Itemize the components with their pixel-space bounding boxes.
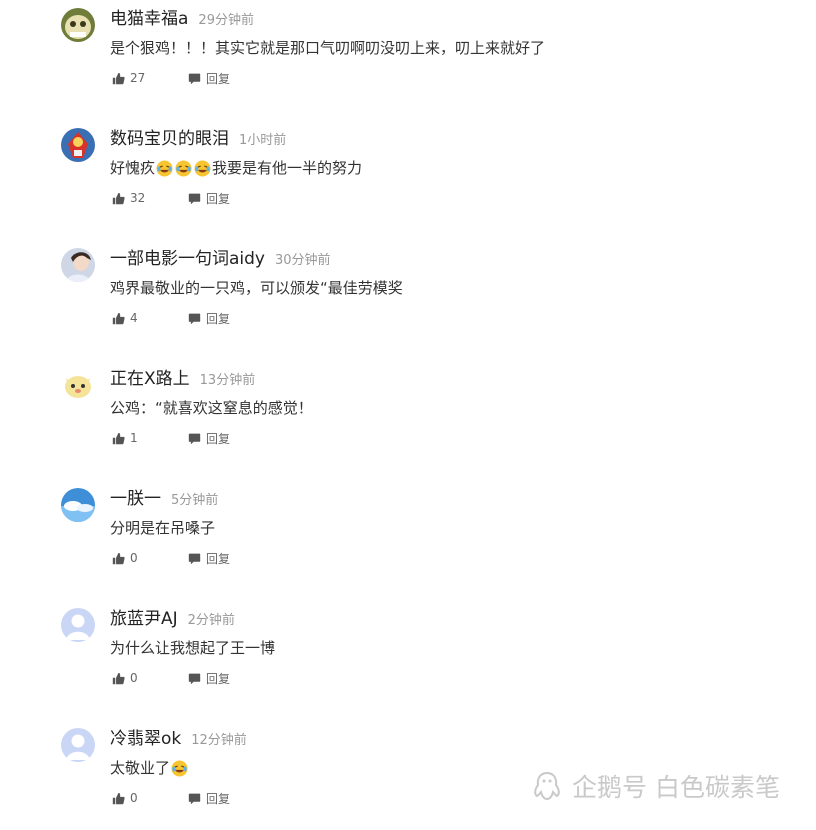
comment-text-part: 我要是有他一半的努力 [212, 159, 363, 177]
watermark: 企鹅号 白色碳素笔 [532, 768, 780, 804]
reply-label: 回复 [206, 431, 231, 446]
reply-button[interactable]: 回复 [188, 70, 230, 87]
comment-text-part: 分明是在吊嗓子 [110, 519, 216, 537]
like-button[interactable]: 4 [112, 311, 188, 325]
comment-text-part: 好愧疚 [110, 159, 156, 177]
username[interactable]: 电猫幸福a [110, 6, 188, 32]
like-button[interactable]: 32 [112, 191, 188, 205]
username[interactable]: 数码宝贝的眼泪 [110, 126, 229, 152]
comment-time: 5分钟前 [171, 493, 219, 508]
reply-label: 回复 [206, 551, 231, 566]
penguin-logo-icon [534, 771, 560, 801]
user-avatar[interactable] [61, 128, 95, 162]
username[interactable]: 冷翡翠ok [110, 726, 181, 752]
username[interactable]: 一部电影一句词aidy [110, 246, 265, 272]
thumbs-up-icon [112, 672, 125, 684]
like-count: 0 [130, 791, 138, 805]
reply-label: 回复 [206, 671, 231, 686]
comment-time: 1小时前 [239, 133, 287, 148]
like-count: 4 [130, 311, 138, 325]
like-button[interactable]: 0 [112, 551, 188, 565]
reply-button[interactable]: 回复 [188, 310, 230, 327]
user-avatar[interactable] [61, 488, 95, 522]
comment-text-part: 太敬业了 [110, 759, 171, 777]
username[interactable]: 正在X路上 [110, 366, 190, 392]
like-count: 27 [130, 71, 146, 85]
like-button[interactable]: 1 [112, 431, 188, 445]
user-avatar[interactable] [61, 248, 95, 282]
reply-button[interactable]: 回复 [188, 790, 230, 807]
comment-item: 一朕一 5分钟前 分明是在吊嗓子 0 回复 [0, 480, 816, 590]
like-count: 32 [130, 191, 146, 205]
comment-time: 12分钟前 [191, 733, 247, 748]
comment-item: 一部电影一句词aidy 30分钟前 鸡界最敬业的一只鸡，可以颁发“最佳劳模奖 4… [0, 240, 816, 350]
like-count: 1 [130, 431, 138, 445]
like-button[interactable]: 0 [112, 791, 188, 805]
comment-text: 太敬业了 [110, 756, 189, 780]
reply-button[interactable]: 回复 [188, 190, 230, 207]
watermark-text: 企鹅号 白色碳素笔 [572, 773, 780, 802]
comment-text: 鸡界最敬业的一只鸡，可以颁发“最佳劳模奖 [110, 276, 403, 300]
comment-bubble-icon [188, 313, 201, 324]
comment-item: 旅蓝尹AJ 2分钟前 为什么让我想起了王一博 0 回复 [0, 600, 816, 710]
comment-bubble-icon [188, 793, 201, 804]
user-avatar[interactable] [61, 8, 95, 42]
laugh-cry-emoji-icon [171, 759, 188, 777]
like-button[interactable]: 27 [112, 71, 188, 85]
comment-text-part: 公鸡：“就喜欢这窒息的感觉！ [110, 399, 313, 417]
comment-text: 分明是在吊嗓子 [110, 516, 215, 540]
comment-text: 是个狠鸡！！！其实它就是那口气叨啊叨没叨上来，叨上来就好了 [110, 36, 545, 60]
comment-bubble-icon [188, 673, 201, 684]
comment-text-part: 为什么让我想起了王一博 [110, 639, 276, 657]
thumbs-up-icon [112, 432, 125, 444]
laugh-cry-emoji-icon [175, 159, 192, 177]
reply-label: 回复 [206, 71, 231, 86]
like-count: 0 [130, 671, 138, 685]
user-avatar[interactable] [61, 728, 95, 762]
thumbs-up-icon [112, 312, 125, 324]
reply-label: 回复 [206, 311, 231, 326]
reply-label: 回复 [206, 191, 231, 206]
user-avatar[interactable] [61, 368, 95, 402]
comment-time: 30分钟前 [275, 253, 331, 268]
user-avatar[interactable] [61, 608, 95, 642]
thumbs-up-icon [112, 552, 125, 564]
reply-button[interactable]: 回复 [188, 670, 230, 687]
reply-button[interactable]: 回复 [188, 430, 230, 447]
laugh-cry-emoji-icon [156, 159, 173, 177]
username[interactable]: 一朕一 [110, 486, 161, 512]
reply-label: 回复 [206, 791, 231, 806]
comment-time: 29分钟前 [198, 13, 254, 28]
thumbs-up-icon [112, 192, 125, 204]
laugh-cry-emoji-icon [194, 159, 211, 177]
reply-button[interactable]: 回复 [188, 550, 230, 567]
comment-bubble-icon [188, 193, 201, 204]
thumbs-up-icon [112, 792, 125, 804]
comment-item: 正在X路上 13分钟前 公鸡：“就喜欢这窒息的感觉！ 1 回复 [0, 360, 816, 470]
comment-text: 为什么让我想起了王一博 [110, 636, 275, 660]
comment-text-part: 是个狠鸡！！！其实它就是那口气叨啊叨没叨上来，叨上来就好了 [110, 39, 546, 57]
comment-text: 好愧疚 我要是有他一半的努力 [110, 156, 362, 180]
comment-item: 电猫幸福a 29分钟前 是个狠鸡！！！其实它就是那口气叨啊叨没叨上来，叨上来就好… [0, 0, 816, 110]
comment-item: 数码宝贝的眼泪 1小时前 好愧疚 我要是有他一半的努力 32 回复 [0, 120, 816, 230]
thumbs-up-icon [112, 72, 125, 84]
like-button[interactable]: 0 [112, 671, 188, 685]
like-count: 0 [130, 551, 138, 565]
comment-text-part: 鸡界最敬业的一只鸡，可以颁发“最佳劳模奖 [110, 279, 403, 297]
comment-bubble-icon [188, 433, 201, 444]
username[interactable]: 旅蓝尹AJ [110, 606, 178, 632]
comment-time: 13分钟前 [199, 373, 256, 388]
comment-bubble-icon [188, 553, 201, 564]
comment-bubble-icon [188, 73, 201, 84]
comment-text: 公鸡：“就喜欢这窒息的感觉！ [110, 396, 313, 420]
comment-time: 2分钟前 [187, 613, 235, 628]
